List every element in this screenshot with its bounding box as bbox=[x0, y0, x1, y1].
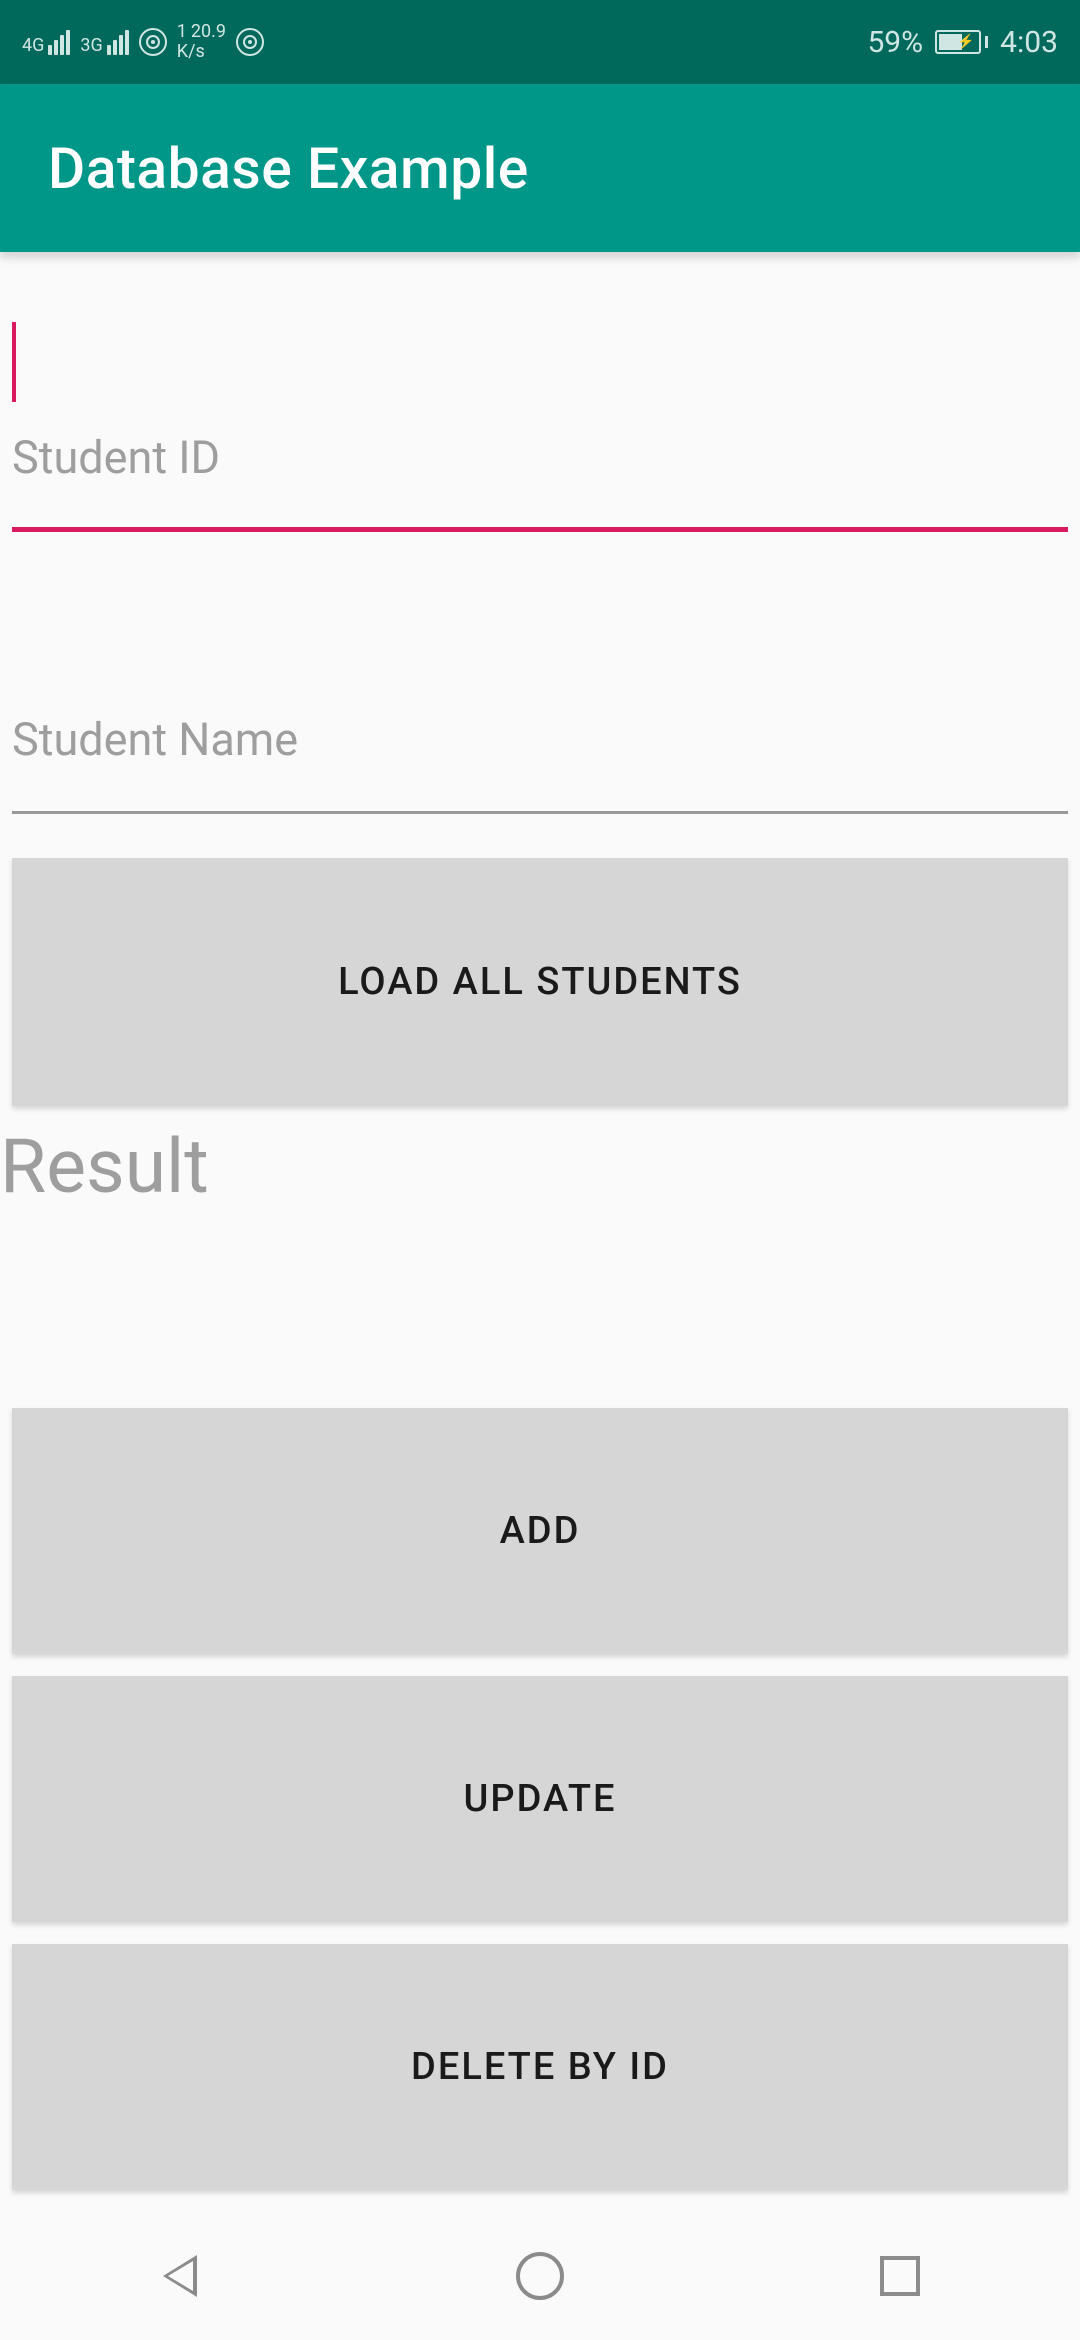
battery-percent: 59% bbox=[867, 25, 923, 60]
speed-unit: K/s bbox=[177, 42, 226, 62]
hotspot-icon bbox=[139, 28, 167, 56]
add-button[interactable]: ADD bbox=[12, 1408, 1068, 1654]
speed-superscript: 1 bbox=[177, 22, 187, 42]
update-button[interactable]: UPDATE bbox=[12, 1676, 1068, 1922]
page-title: Database Example bbox=[48, 135, 529, 202]
network-label-1: 4G bbox=[22, 37, 44, 55]
student-name-field-wrap bbox=[12, 532, 1068, 814]
delete-by-id-button[interactable]: DELETE BY ID bbox=[12, 1944, 1068, 2190]
main-content: LOAD ALL STUDENTS Result ADD UPDATE DELE… bbox=[0, 252, 1080, 2190]
load-all-students-button[interactable]: LOAD ALL STUDENTS bbox=[12, 858, 1068, 1106]
spacer bbox=[12, 1222, 1068, 1386]
input-underline bbox=[12, 811, 1068, 814]
back-icon[interactable] bbox=[152, 2248, 208, 2304]
signal-3g-icon: 3G bbox=[80, 30, 128, 55]
student-id-input[interactable] bbox=[12, 431, 1068, 532]
status-bar: 4G 3G 1 20.9 K/s 59% ⚡ 4:03 bbox=[0, 0, 1080, 84]
speed-value: 20.9 bbox=[191, 22, 226, 42]
app-bar: Database Example bbox=[0, 84, 1080, 252]
signal-4g-icon: 4G bbox=[22, 30, 70, 55]
result-label: Result bbox=[0, 1112, 1068, 1222]
home-icon[interactable] bbox=[512, 2248, 568, 2304]
clock: 4:03 bbox=[1000, 25, 1058, 60]
navigation-bar bbox=[0, 2212, 1080, 2340]
network-label-2: 3G bbox=[80, 37, 102, 55]
student-id-field-wrap bbox=[12, 252, 1068, 532]
recents-icon[interactable] bbox=[872, 2248, 928, 2304]
battery-icon: ⚡ bbox=[935, 30, 988, 54]
status-left: 4G 3G 1 20.9 K/s bbox=[22, 22, 264, 62]
student-name-input[interactable] bbox=[12, 713, 1068, 814]
text-cursor bbox=[12, 322, 16, 402]
status-right: 59% ⚡ 4:03 bbox=[867, 25, 1058, 60]
broadcast-icon bbox=[236, 28, 264, 56]
network-speed: 1 20.9 K/s bbox=[177, 22, 226, 62]
